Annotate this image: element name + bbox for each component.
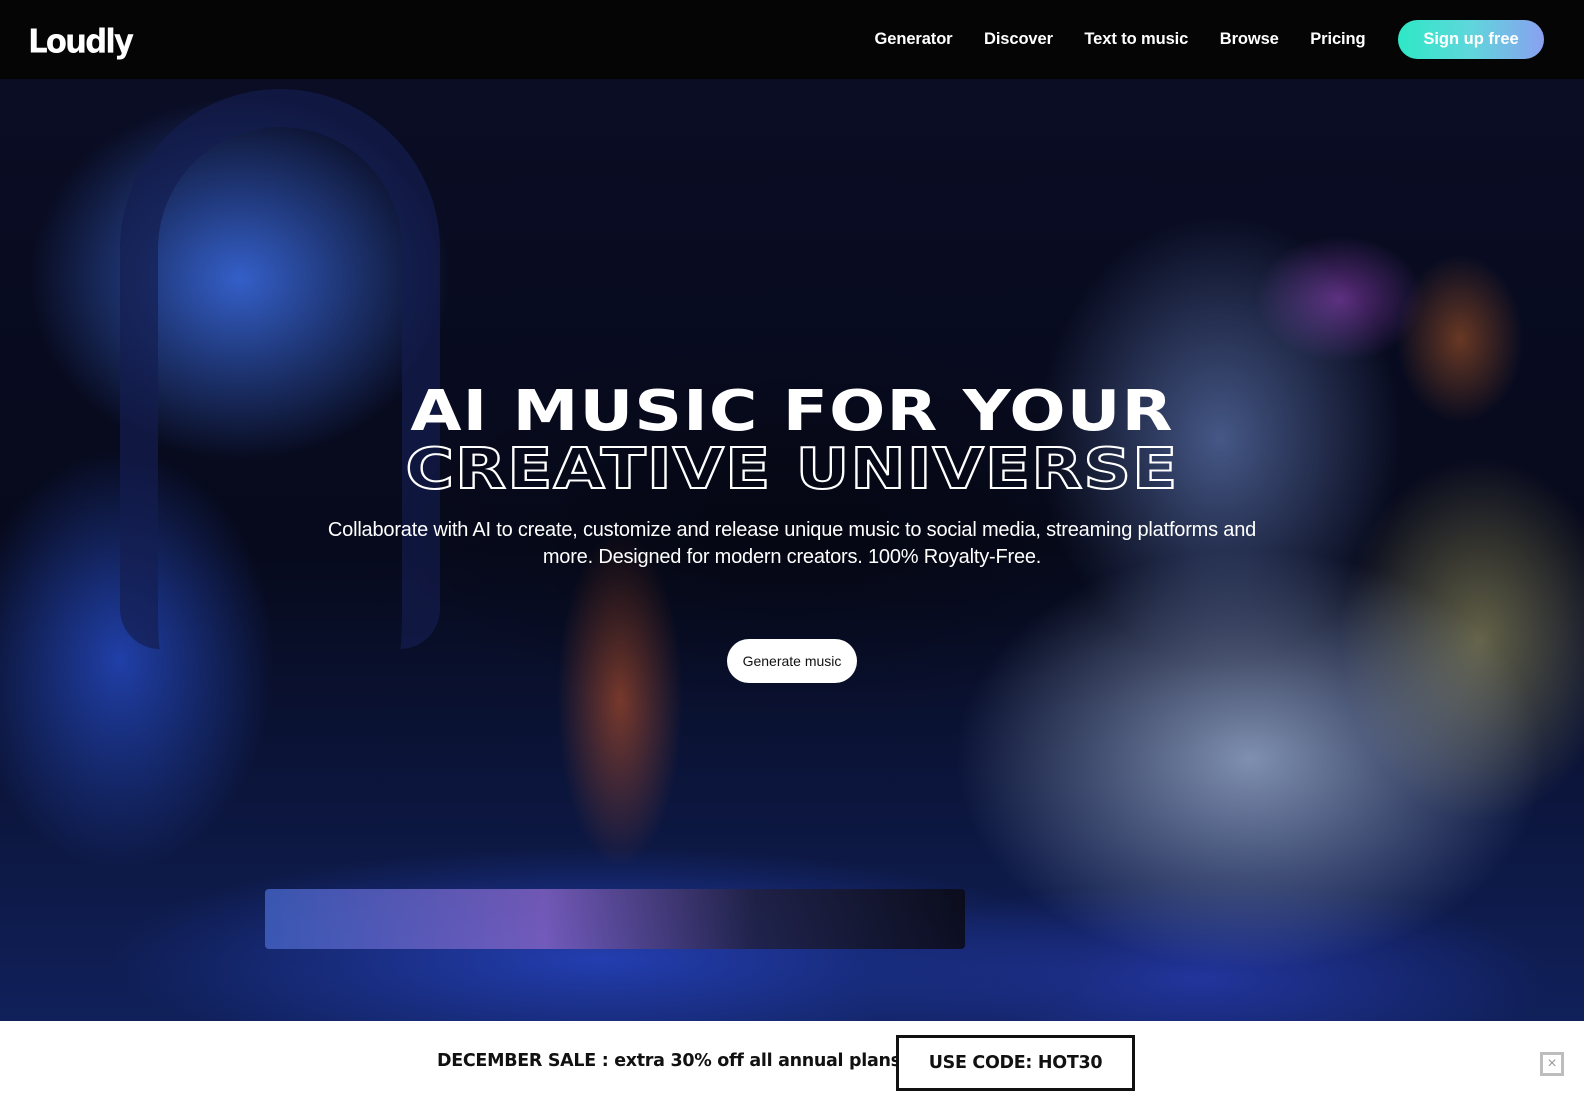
nav-discover[interactable]: Discover xyxy=(984,30,1053,49)
hero-headline-line2-outline: CREATIVE UNIVERSE xyxy=(404,436,1179,503)
hero-section: AI MUSIC FOR YOUR CREATIVE UNIVERSE Coll… xyxy=(0,79,1584,1021)
hero-subtitle: Collaborate with AI to create, customize… xyxy=(327,519,1257,568)
promo-code-button[interactable]: USE CODE: HOT30 xyxy=(896,1035,1135,1091)
sign-up-free-button[interactable]: Sign up free xyxy=(1398,20,1544,59)
promo-text: DECEMBER SALE : extra 30% off all annual… xyxy=(437,1051,901,1071)
generate-music-button[interactable]: Generate music xyxy=(727,639,857,683)
nav-browse[interactable]: Browse xyxy=(1220,30,1279,49)
loudly-logo[interactable]: Loudly xyxy=(28,23,134,61)
nav-text-to-music[interactable]: Text to music xyxy=(1084,30,1188,49)
hero-headline-line1: AI MUSIC FOR YOUR xyxy=(410,379,1174,444)
promo-banner: DECEMBER SALE : extra 30% off all annual… xyxy=(0,1021,1584,1105)
nav-generator[interactable]: Generator xyxy=(875,30,953,49)
main-nav: Generator Discover Text to music Browse … xyxy=(875,0,1584,79)
site-header: Loudly Generator Discover Text to music … xyxy=(0,0,1584,79)
nav-pricing[interactable]: Pricing xyxy=(1310,30,1365,49)
close-icon[interactable]: × xyxy=(1540,1052,1564,1076)
